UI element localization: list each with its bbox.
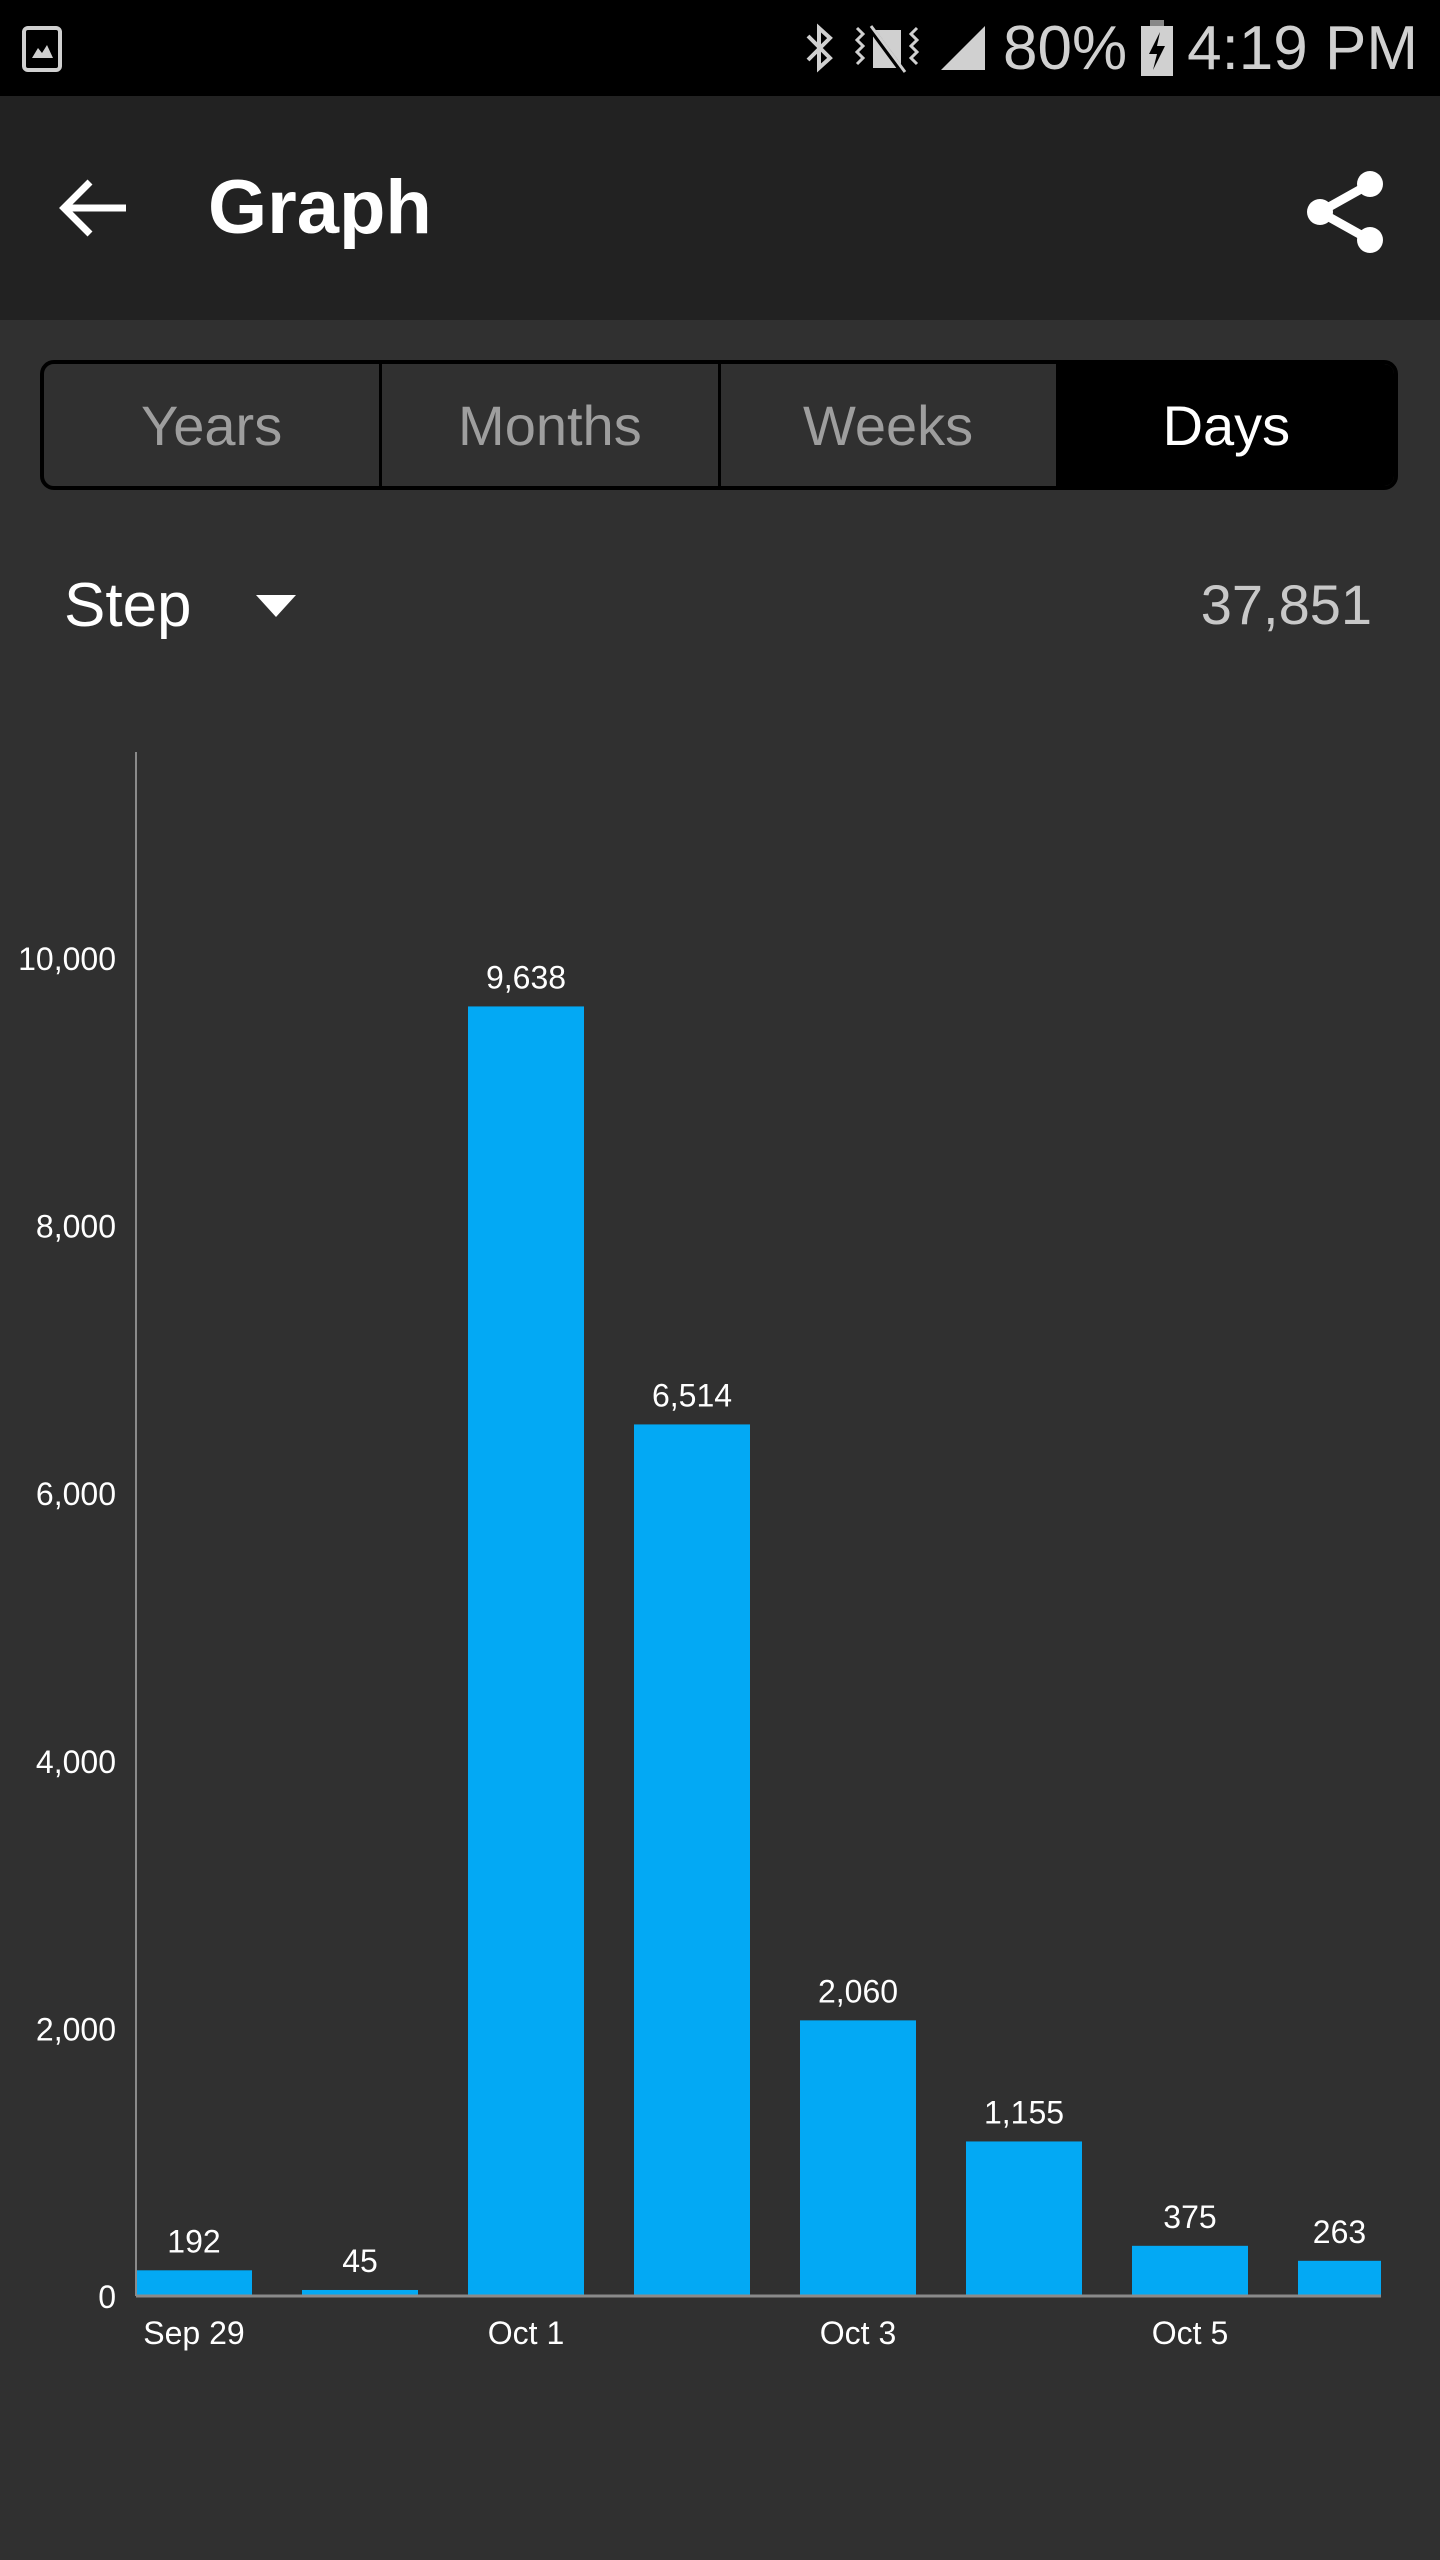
dropdown-caret-icon [255, 594, 296, 617]
bar-value-label: 45 [342, 2243, 378, 2279]
battery-charging-icon [1141, 20, 1174, 76]
bar[interactable] [1298, 2260, 1381, 2296]
bar[interactable] [136, 2270, 252, 2296]
vibrate-mute-icon [851, 22, 923, 74]
bar-value-label: 375 [1163, 2199, 1216, 2235]
x-tick-label: Oct 1 [488, 2315, 564, 2351]
total-value: 37,851 [1200, 573, 1372, 636]
bar-value-label: 6,514 [652, 1377, 732, 1413]
bars [136, 1006, 1381, 2297]
battery-percent: 80% [1003, 13, 1128, 83]
bar[interactable] [800, 2020, 916, 2296]
tab-years[interactable]: Years [44, 364, 383, 486]
bar[interactable] [1132, 2245, 1248, 2296]
app-bar: Graph [0, 96, 1440, 320]
y-tick-label: 2,000 [36, 2011, 116, 2047]
page-title: Graph [208, 165, 432, 250]
status-bar: 80% 4:19 PM [0, 0, 1440, 96]
data-labels: 192 45 9,638 6,514 2,060 1,155 375 263 [167, 959, 1366, 2279]
metric-label: Step [64, 571, 192, 640]
share-icon[interactable] [1300, 162, 1390, 258]
bar-value-label: 1,155 [984, 2094, 1064, 2130]
bar[interactable] [966, 2141, 1082, 2296]
period-tabs: Years Months Weeks Days [40, 360, 1398, 490]
bar-value-label: 192 [167, 2223, 220, 2259]
y-axis-ticks: 0 2,000 4,000 6,000 8,000 10,000 [18, 941, 116, 2315]
x-tick-label: Oct 3 [820, 2315, 896, 2351]
y-tick-label: 0 [98, 2279, 116, 2315]
tab-months[interactable]: Months [382, 364, 721, 486]
x-tick-label: Oct 5 [1152, 2315, 1228, 2351]
y-tick-label: 6,000 [36, 1476, 116, 1512]
bluetooth-icon [803, 22, 837, 74]
metric-dropdown[interactable]: Step [64, 570, 296, 641]
signal-icon [937, 22, 989, 74]
x-tick-label: Sep 29 [143, 2315, 244, 2351]
bar-value-label: 2,060 [818, 1973, 898, 2009]
arrow-back-icon[interactable] [56, 168, 136, 248]
y-tick-label: 8,000 [36, 1209, 116, 1245]
bar[interactable] [468, 1006, 584, 2297]
bar-value-label: 263 [1313, 2214, 1366, 2250]
y-tick-label: 4,000 [36, 1744, 116, 1780]
steps-bar-chart: 0 2,000 4,000 6,000 8,000 10,000 192 45 9,638 6,… [18, 752, 1381, 2351]
clock: 4:19 PM [1187, 13, 1418, 83]
bar[interactable] [634, 1424, 750, 2296]
y-tick-label: 10,000 [18, 941, 116, 977]
tab-days[interactable]: Days [1058, 364, 1394, 486]
gallery-notification-icon [22, 26, 62, 72]
tab-weeks[interactable]: Weeks [721, 364, 1059, 486]
x-axis-ticks: Sep 29 Oct 1 Oct 3 Oct 5 [143, 2315, 1228, 2351]
bar-value-label: 9,638 [486, 959, 566, 995]
